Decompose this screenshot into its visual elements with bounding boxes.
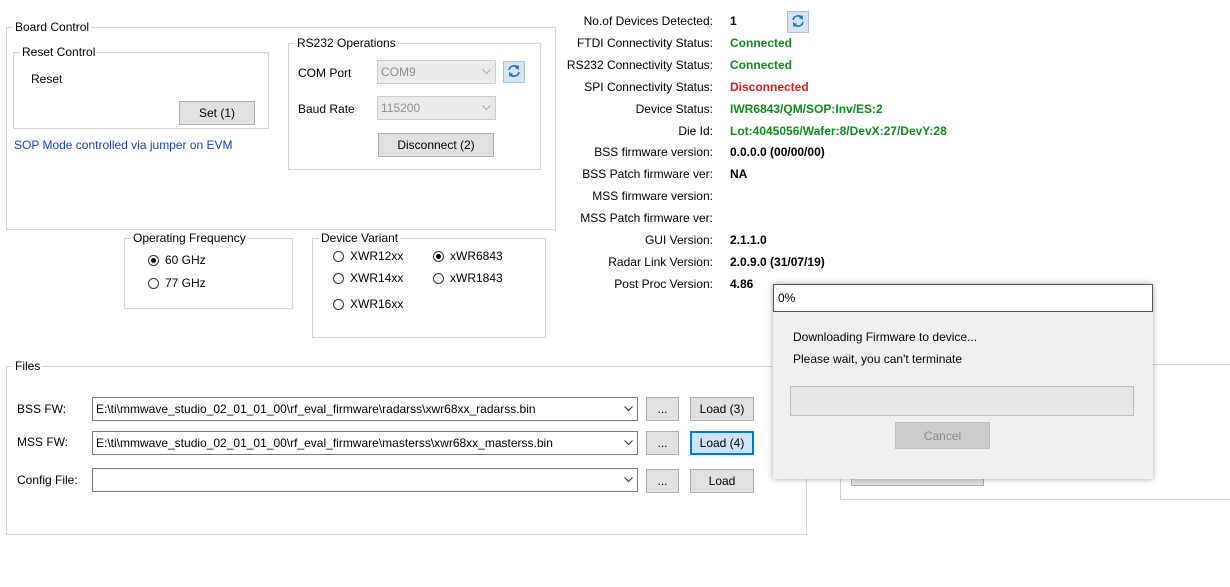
radio-circle: [333, 298, 344, 310]
cancel-button: Cancel: [895, 422, 990, 449]
radio-circle: [148, 254, 159, 266]
status-label: No.of Devices Detected:: [583, 14, 713, 28]
com-port-select[interactable]: COM9: [377, 60, 496, 84]
status-label: Post Proc Version:: [614, 277, 713, 291]
chevron-down-icon: [478, 105, 495, 111]
chevron-down-icon: [620, 406, 637, 412]
status-value: Lot:4045056/Wafer:8/DevX:27/DevY:28: [730, 124, 947, 138]
reset-label: Reset: [31, 72, 63, 86]
status-value: Connected: [730, 36, 793, 50]
refresh-icon: [507, 64, 521, 81]
bss-browse-button[interactable]: ...: [646, 397, 679, 421]
chevron-down-icon: [620, 440, 637, 446]
mss-fw-select[interactable]: E:\ti\mmwave_studio_02_01_01_00\rf_eval_…: [92, 431, 638, 455]
status-value: 2.0.9.0 (31/07/19): [730, 255, 825, 269]
radio-circle: [433, 250, 444, 262]
mss-fw-label: MSS FW:: [17, 435, 69, 449]
rs232-operations-title: RS232 Operations: [297, 36, 396, 50]
status-label: RS232 Connectivity Status:: [566, 58, 713, 72]
status-value: 2.1.1.0: [730, 233, 767, 247]
status-value: 1: [730, 14, 737, 28]
status-label: FTDI Connectivity Status:: [576, 36, 713, 50]
bss-fw-label: BSS FW:: [17, 402, 67, 416]
baud-rate-label: Baud Rate: [298, 102, 355, 116]
config-browse-button[interactable]: ...: [646, 469, 679, 493]
mss-load-button[interactable]: Load (4): [690, 431, 754, 455]
status-label: MSS Patch firmware ver:: [580, 211, 713, 225]
mss-browse-button[interactable]: ...: [646, 431, 679, 455]
radio-xwr12xx[interactable]: XWR12xx: [333, 249, 403, 263]
status-value: NA: [730, 167, 748, 181]
com-port-label: COM Port: [298, 66, 352, 80]
config-load-button[interactable]: Load: [690, 469, 754, 493]
progress-dialog-title: 0%: [778, 291, 796, 305]
radio-xwr1843[interactable]: xWR1843: [433, 271, 503, 285]
status-value: Disconnected: [730, 80, 809, 94]
bss-fw-path: E:\ti\mmwave_studio_02_01_01_00\rf_eval_…: [96, 402, 536, 416]
radio-77ghz[interactable]: 77 GHz: [148, 276, 206, 290]
operating-frequency-title: Operating Frequency: [133, 231, 246, 245]
refresh-devices-button[interactable]: [787, 11, 809, 33]
bss-load-button[interactable]: Load (3): [690, 397, 754, 421]
radio-label: XWR16xx: [350, 297, 404, 311]
board-control-title: Board Control: [15, 20, 90, 34]
mss-fw-path: E:\ti\mmwave_studio_02_01_01_00\rf_eval_…: [96, 436, 553, 450]
progress-message-2: Please wait, you can't terminate: [793, 352, 963, 366]
progress-dialog: 0% Downloading Firmware to device... Ple…: [773, 284, 1153, 479]
radio-xwr6843[interactable]: xWR6843: [433, 249, 503, 263]
refresh-icon: [791, 14, 805, 31]
status-label: SPI Connectivity Status:: [584, 80, 713, 94]
device-variant-title: Device Variant: [321, 231, 399, 245]
radio-label: xWR1843: [450, 271, 503, 285]
baud-rate-value: 115200: [381, 101, 421, 115]
status-label: Die Id:: [678, 124, 713, 138]
chevron-down-icon: [478, 69, 495, 75]
status-label: MSS firmware version:: [592, 189, 713, 203]
radio-circle: [148, 277, 159, 289]
status-value: Connected: [730, 58, 793, 72]
radio-label: XWR14xx: [350, 271, 404, 285]
status-label: GUI Version:: [644, 233, 713, 247]
operating-frequency-group: Operating Frequency: [124, 231, 293, 309]
radio-label: 77 GHz: [165, 276, 206, 290]
progress-bar: [790, 386, 1134, 416]
progress-dialog-titlebar: 0%: [773, 284, 1153, 312]
radio-60ghz[interactable]: 60 GHz: [148, 253, 206, 267]
refresh-com-ports-button[interactable]: [503, 61, 525, 83]
disconnect-button[interactable]: Disconnect (2): [378, 133, 494, 157]
bss-fw-select[interactable]: E:\ti\mmwave_studio_02_01_01_00\rf_eval_…: [92, 397, 638, 421]
radio-label: xWR6843: [450, 249, 503, 263]
radio-xwr16xx[interactable]: XWR16xx: [333, 297, 403, 311]
radio-label: XWR12xx: [350, 249, 404, 263]
status-value: IWR6843/QM/SOP:Inv/ES:2: [730, 102, 883, 116]
sop-mode-note: SOP Mode controlled via jumper on EVM: [14, 138, 233, 152]
status-label: BSS Patch firmware ver:: [582, 167, 713, 181]
reset-control-title: Reset Control: [22, 45, 96, 59]
baud-rate-select[interactable]: 115200: [377, 96, 496, 120]
status-value: 4.86: [730, 277, 754, 291]
com-port-value: COM9: [381, 65, 416, 79]
progress-message-1: Downloading Firmware to device...: [793, 330, 978, 344]
chevron-down-icon: [620, 477, 637, 483]
files-title: Files: [15, 359, 41, 373]
config-file-select[interactable]: [92, 468, 638, 492]
radio-circle: [333, 272, 344, 284]
status-value: 0.0.0.0 (00/00/00): [730, 145, 825, 159]
radio-circle: [333, 250, 344, 262]
config-file-label: Config File:: [17, 473, 78, 487]
radio-circle: [433, 272, 444, 284]
status-label: BSS firmware version:: [594, 145, 713, 159]
radio-label: 60 GHz: [165, 253, 206, 267]
set-button[interactable]: Set (1): [179, 101, 255, 125]
status-label: Radar Link Version:: [608, 255, 713, 269]
radio-xwr14xx[interactable]: XWR14xx: [333, 271, 403, 285]
status-label: Device Status:: [635, 102, 713, 116]
